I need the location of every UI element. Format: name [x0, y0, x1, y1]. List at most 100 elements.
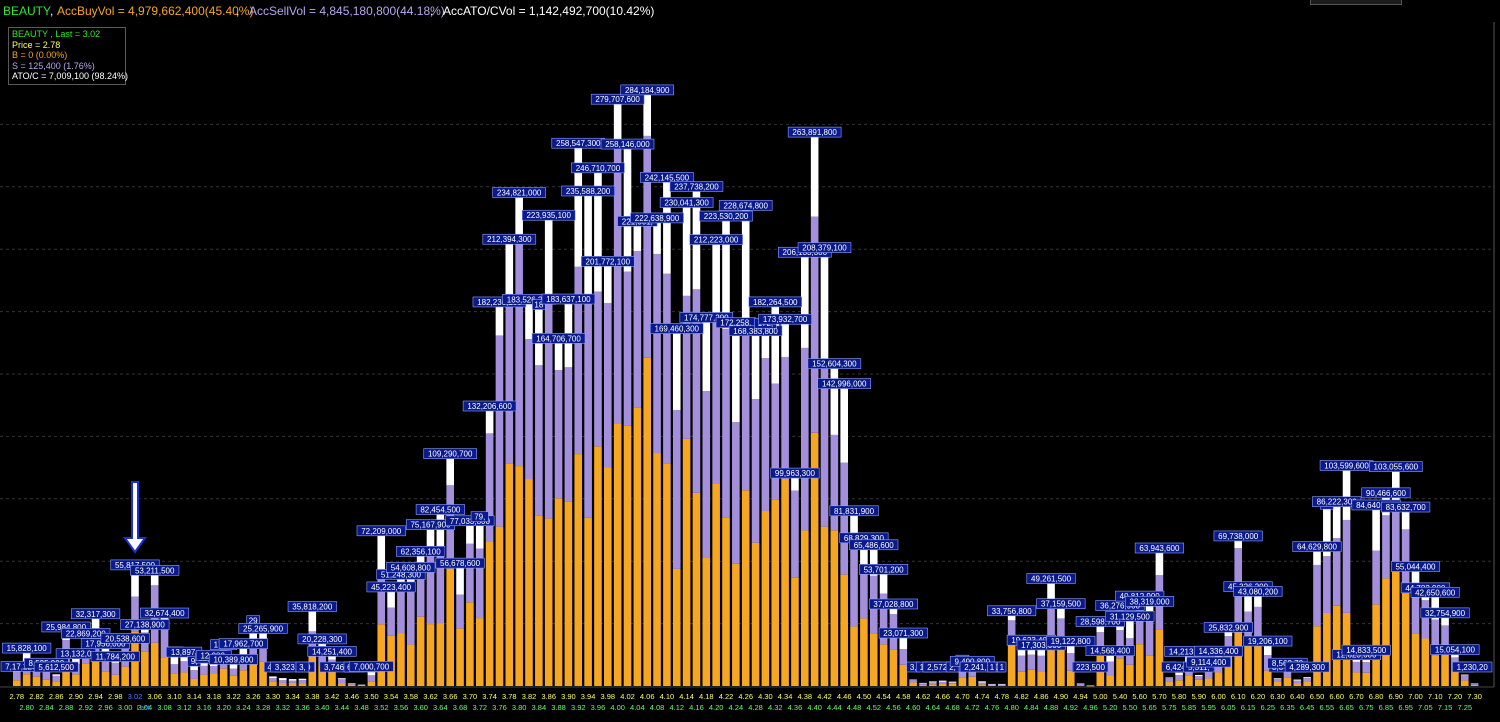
bar-sell-segment[interactable]	[1392, 503, 1400, 571]
bar-buy-segment[interactable]	[1382, 578, 1390, 686]
bar-buy-segment[interactable]	[1076, 685, 1085, 686]
bar-sell-segment[interactable]	[190, 670, 198, 679]
bar-buy-segment[interactable]	[682, 438, 691, 686]
bar-sell-segment[interactable]	[1175, 675, 1183, 681]
bar-atoc-segment[interactable]	[1057, 608, 1065, 619]
bar-sell-segment[interactable]	[1303, 677, 1311, 682]
bar-atoc-segment[interactable]	[702, 322, 711, 392]
bar-buy-segment[interactable]	[1027, 669, 1036, 686]
bar-atoc-segment[interactable]	[141, 629, 149, 633]
bar-atoc-segment[interactable]	[988, 683, 996, 685]
bar-sell-segment[interactable]	[377, 573, 386, 625]
bar-buy-segment[interactable]	[456, 628, 464, 686]
bar-atoc-segment[interactable]	[781, 324, 789, 357]
bar-atoc-segment[interactable]	[1195, 674, 1203, 677]
bar-buy-segment[interactable]	[604, 467, 612, 686]
bar-buy-segment[interactable]	[801, 530, 809, 686]
bar-buy-segment[interactable]	[1401, 593, 1410, 686]
bar-buy-segment[interactable]	[1195, 679, 1203, 686]
bar-buy-segment[interactable]	[978, 684, 986, 686]
bar-atoc-segment[interactable]	[584, 195, 592, 295]
bar-atoc-segment[interactable]	[1175, 672, 1183, 676]
bar-atoc-segment[interactable]	[1401, 512, 1410, 530]
bar-buy-segment[interactable]	[249, 662, 257, 686]
bar-atoc-segment[interactable]	[1273, 678, 1282, 679]
bar-atoc-segment[interactable]	[466, 525, 474, 544]
bar-buy-segment[interactable]	[1037, 671, 1045, 686]
bar-sell-segment[interactable]	[948, 682, 957, 684]
bar-atoc-segment[interactable]	[741, 210, 750, 319]
bar-sell-segment[interactable]	[1362, 662, 1371, 673]
bar-buy-segment[interactable]	[170, 673, 179, 686]
bar-buy-segment[interactable]	[525, 479, 533, 686]
bar-atoc-segment[interactable]	[515, 197, 523, 235]
bar-atoc-segment[interactable]	[357, 684, 366, 686]
bar-sell-segment[interactable]	[1017, 655, 1026, 672]
bar-buy-segment[interactable]	[200, 674, 208, 686]
bar-buy-segment[interactable]	[948, 683, 957, 686]
bar-atoc-segment[interactable]	[328, 656, 336, 660]
bar-buy-segment[interactable]	[150, 642, 159, 686]
bar-buy-segment[interactable]	[22, 674, 31, 686]
bar-sell-segment[interactable]	[397, 590, 405, 634]
bar-buy-segment[interactable]	[751, 542, 760, 686]
bar-atoc-segment[interactable]	[948, 681, 957, 683]
bar-sell-segment[interactable]	[495, 335, 504, 527]
bar-buy-segment[interactable]	[1155, 629, 1164, 686]
bar-sell-segment[interactable]	[929, 682, 937, 685]
bar-atoc-segment[interactable]	[1106, 655, 1114, 662]
bar-sell-segment[interactable]	[554, 370, 563, 499]
bar-atoc-segment[interactable]	[1096, 626, 1105, 633]
bar-buy-segment[interactable]	[13, 680, 21, 686]
bar-buy-segment[interactable]	[1116, 658, 1124, 686]
bar-buy-segment[interactable]	[436, 623, 445, 686]
bar-buy-segment[interactable]	[564, 501, 573, 686]
bar-atoc-segment[interactable]	[840, 388, 848, 463]
bar-sell-segment[interactable]	[702, 391, 711, 558]
bar-atoc-segment[interactable]	[1352, 659, 1361, 662]
bar-buy-segment[interactable]	[1007, 645, 1016, 686]
bar-atoc-segment[interactable]	[1441, 617, 1449, 626]
bar-buy-segment[interactable]	[1135, 644, 1144, 686]
bar-buy-segment[interactable]	[732, 563, 740, 686]
bar-sell-segment[interactable]	[42, 671, 51, 680]
bar-buy-segment[interactable]	[485, 542, 494, 686]
bar-atoc-segment[interactable]	[269, 676, 277, 678]
bar-sell-segment[interactable]	[111, 662, 120, 675]
bar-sell-segment[interactable]	[1293, 680, 1302, 684]
bar-atoc-segment[interactable]	[298, 678, 307, 681]
bar-sell-segment[interactable]	[466, 543, 474, 603]
bar-sell-segment[interactable]	[801, 347, 809, 531]
bar-atoc-segment[interactable]	[347, 683, 356, 684]
bar-sell-segment[interactable]	[278, 680, 287, 684]
bar-buy-segment[interactable]	[692, 492, 701, 686]
bar-buy-segment[interactable]	[702, 557, 711, 686]
bar-atoc-segment[interactable]	[278, 678, 287, 681]
bar-buy-segment[interactable]	[1175, 680, 1183, 686]
bar-buy-segment[interactable]	[1204, 678, 1213, 686]
bar-sell-segment[interactable]	[899, 649, 908, 665]
bar-buy-segment[interactable]	[879, 644, 888, 686]
bar-atoc-segment[interactable]	[1254, 596, 1262, 607]
bar-buy-segment[interactable]	[141, 651, 149, 686]
bar-atoc-segment[interactable]	[485, 411, 494, 434]
bar-atoc-segment[interactable]	[456, 568, 464, 595]
bar-buy-segment[interactable]	[1106, 675, 1114, 686]
bar-sell-segment[interactable]	[978, 682, 986, 685]
bar-buy-segment[interactable]	[791, 577, 799, 686]
bar-buy-segment[interactable]	[771, 499, 780, 686]
bar-atoc-segment[interactable]	[525, 304, 533, 340]
bar-sell-segment[interactable]	[613, 143, 622, 424]
bar-buy-segment[interactable]	[190, 678, 198, 686]
bar-atoc-segment[interactable]	[1372, 509, 1380, 551]
bar-buy-segment[interactable]	[1185, 675, 1193, 686]
bar-atoc-segment[interactable]	[1155, 552, 1164, 576]
bar-sell-segment[interactable]	[298, 680, 307, 684]
bar-buy-segment[interactable]	[1283, 677, 1292, 686]
bar-buy-segment[interactable]	[515, 466, 523, 686]
bar-atoc-segment[interactable]	[978, 681, 986, 683]
bar-buy-segment[interactable]	[219, 668, 228, 686]
bar-sell-segment[interactable]	[52, 675, 60, 682]
bar-sell-segment[interactable]	[338, 679, 346, 684]
bar-buy-segment[interactable]	[1066, 670, 1075, 686]
